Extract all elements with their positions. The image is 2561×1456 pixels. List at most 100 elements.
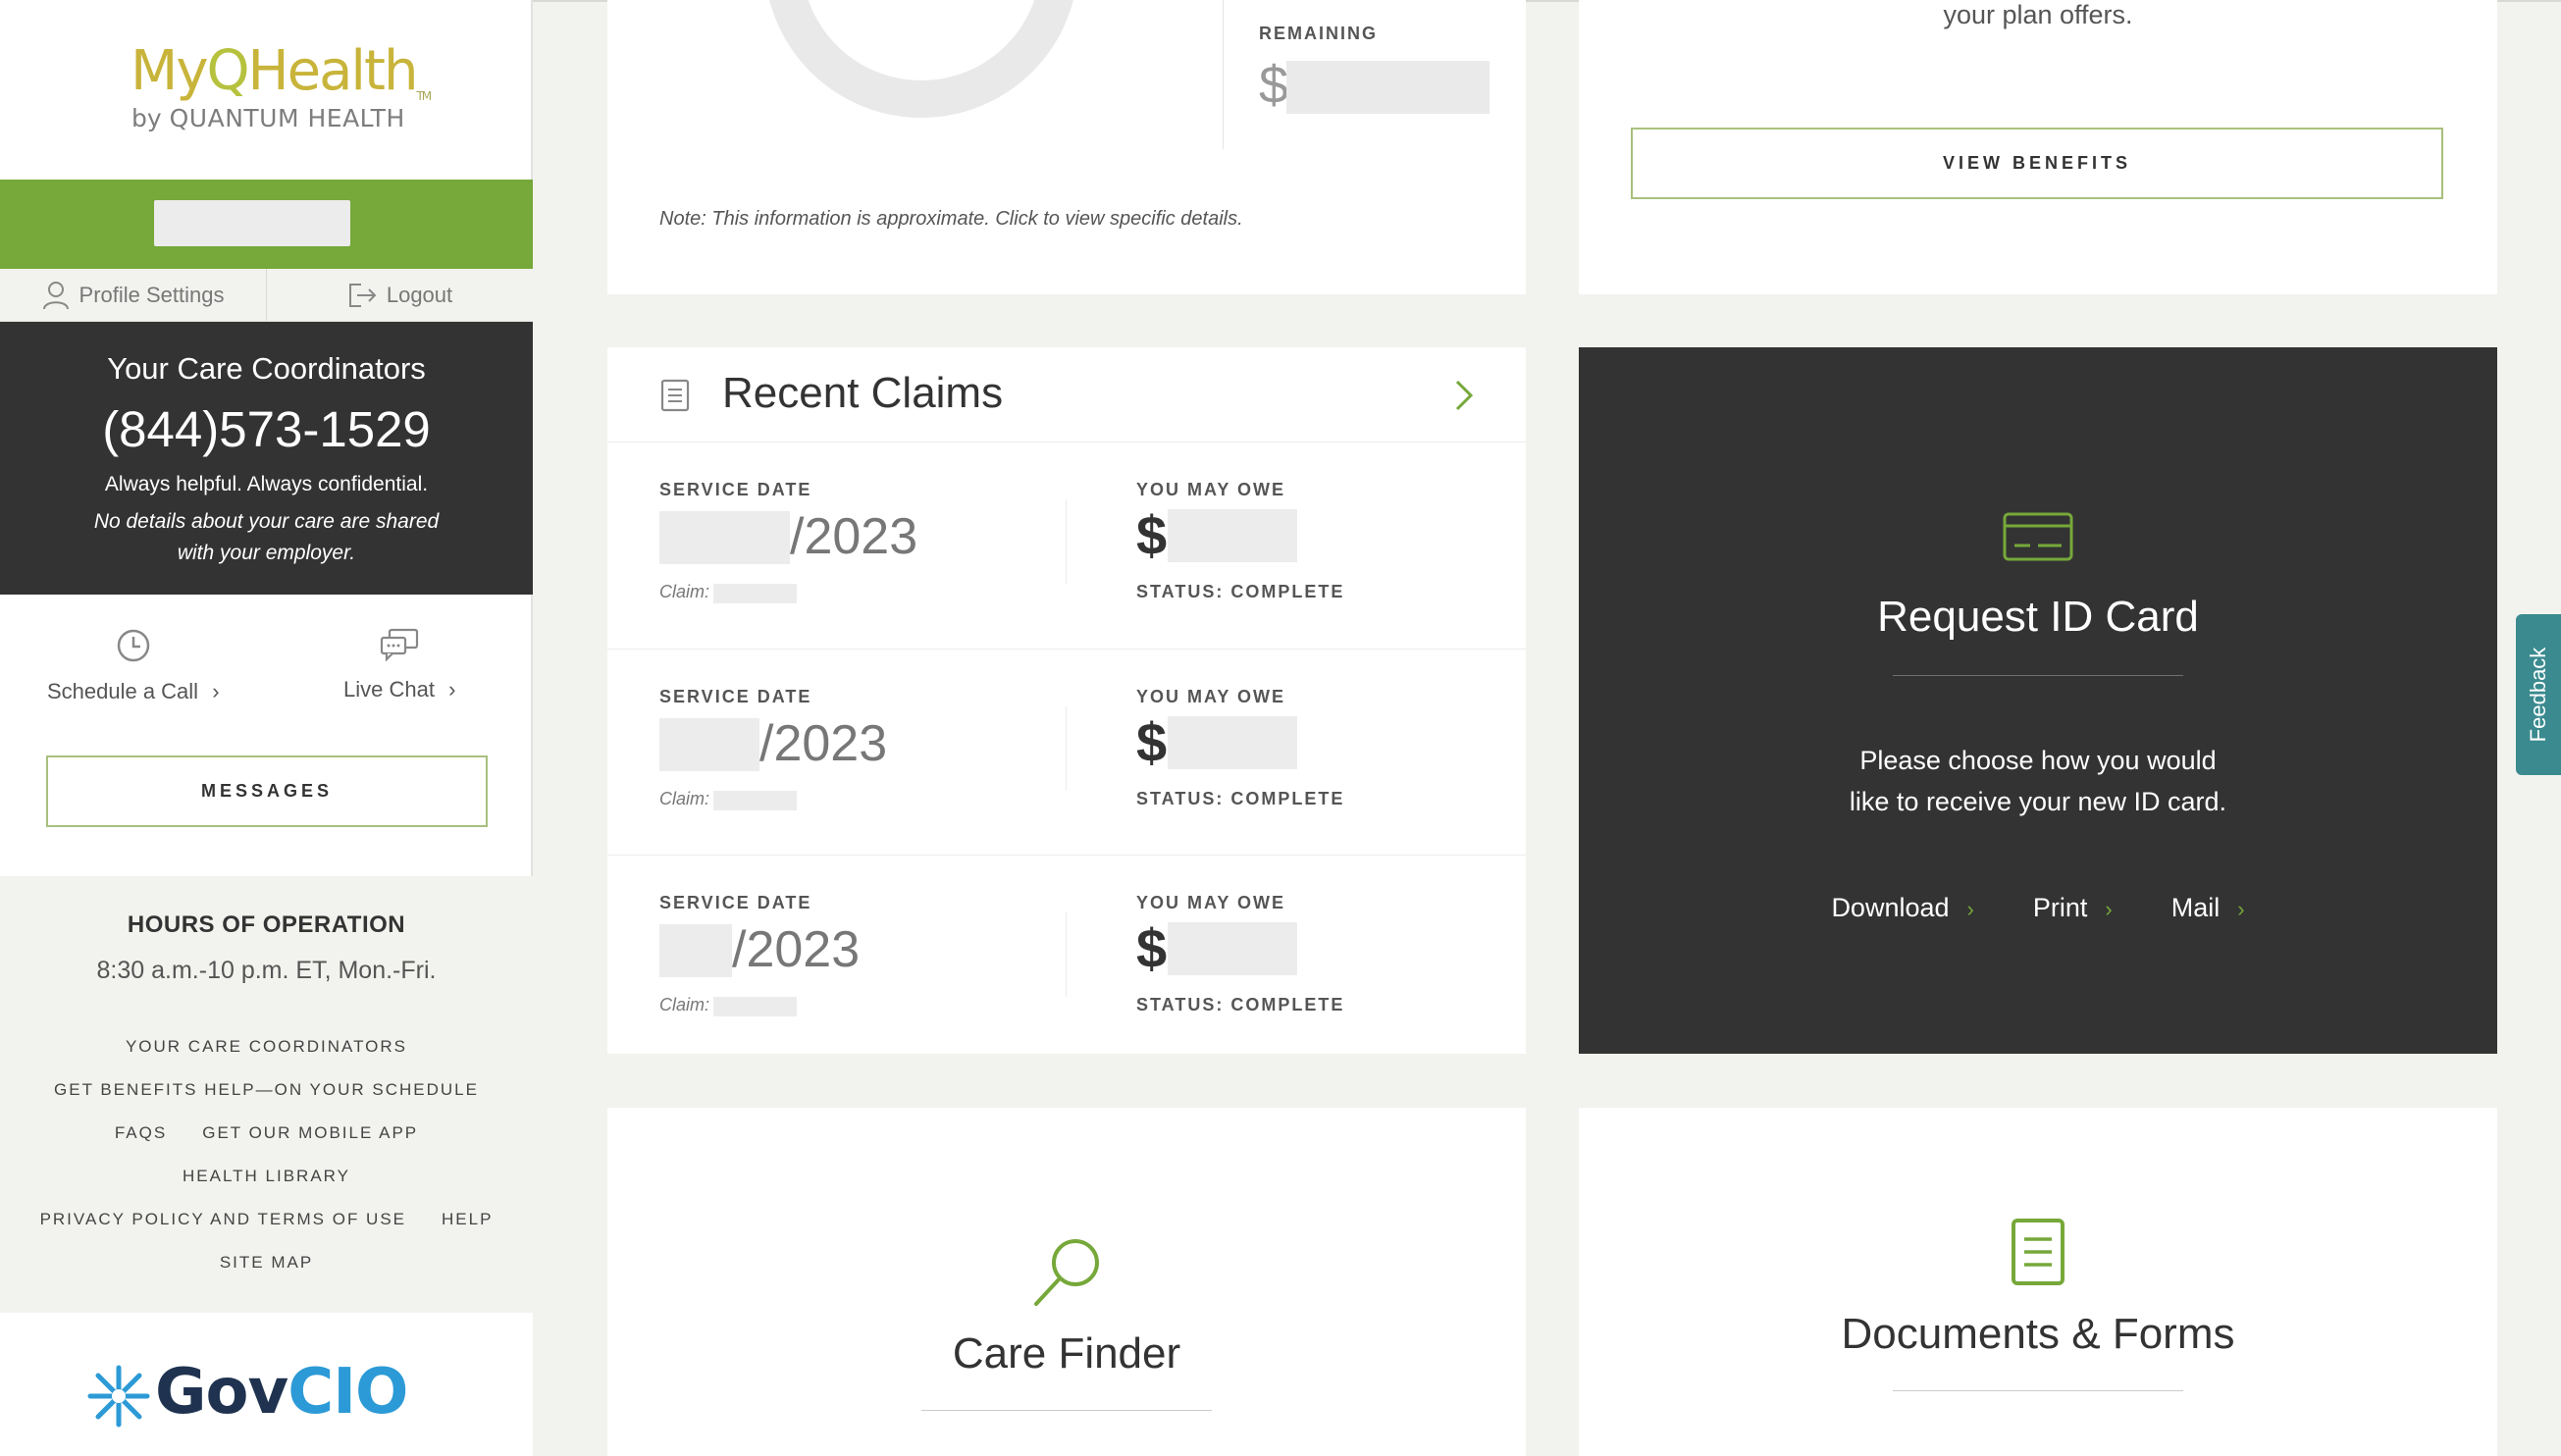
account-links: Profile Settings Logout xyxy=(0,269,533,322)
care-coordinators-title: Your Care Coordinators xyxy=(107,351,426,386)
documents-forms-card[interactable]: Documents & Forms xyxy=(1579,1108,2497,1456)
service-date-year: /2023 xyxy=(732,921,861,978)
divider xyxy=(1066,912,1067,997)
request-id-card-description: Please choose how you would like to rece… xyxy=(1849,746,2227,816)
recent-claims-header[interactable]: Recent Claims xyxy=(607,347,1526,442)
logo-subtitle: by QUANTUM HEALTH xyxy=(131,104,405,132)
redacted-service-date xyxy=(659,511,790,564)
sidebar: MyQHealthTM by QUANTUM HEALTH Profile Se… xyxy=(0,0,533,1456)
hours-of-operation: HOURS OF OPERATION 8:30 a.m.-10 p.m. ET,… xyxy=(0,876,533,1313)
claim-label: Claim: xyxy=(659,582,710,601)
care-finder-card[interactable]: Care Finder xyxy=(607,1108,1526,1456)
footer-link-site-map[interactable]: SITE MAP xyxy=(220,1253,313,1272)
chevron-right-icon: › xyxy=(2105,897,2113,921)
live-chat-label: Live Chat xyxy=(343,677,435,702)
search-icon xyxy=(1034,1239,1099,1306)
benefits-card: your plan offers. VIEW BENEFITS xyxy=(1579,0,2497,294)
user-icon xyxy=(42,281,69,309)
live-chat-link[interactable]: Live Chat › xyxy=(267,595,534,722)
myqhealth-logo[interactable]: MyQHealthTM by QUANTUM HEALTH xyxy=(0,0,533,180)
user-banner xyxy=(0,180,533,269)
claim-row[interactable]: SERVICE DATE /2023 Claim: YOU MAY OWE $ … xyxy=(607,442,1526,649)
footer-link-faqs[interactable]: FAQS xyxy=(115,1123,167,1142)
divider xyxy=(1893,675,2183,676)
footer-link-health-library[interactable]: HEALTH LIBRARY xyxy=(183,1167,350,1185)
redacted-service-date xyxy=(659,718,759,771)
footer-link-privacy-terms[interactable]: PRIVACY POLICY AND TERMS OF USE xyxy=(40,1210,406,1228)
redacted-service-date xyxy=(659,924,732,977)
redacted-owe-amount xyxy=(1168,509,1297,562)
care-coordinators-phone[interactable]: (844)573-1529 xyxy=(0,400,533,458)
care-coordinators-panel: Your Care Coordinators (844)573-1529 Alw… xyxy=(0,322,533,595)
id-card-icon xyxy=(2003,512,2073,561)
footer-link-help[interactable]: HELP xyxy=(442,1210,493,1228)
chevron-right-icon: › xyxy=(1966,897,1974,921)
remaining-dollar-sign: $ xyxy=(1259,56,1289,115)
chevron-right-icon[interactable] xyxy=(1453,379,1475,412)
claim-row[interactable]: SERVICE DATE /2023 Claim: YOU MAY OWE $ … xyxy=(607,855,1526,1061)
feedback-tab[interactable]: Feedback xyxy=(2516,614,2561,775)
redacted-owe-amount xyxy=(1168,922,1297,975)
logout-link[interactable]: Logout xyxy=(266,269,533,321)
contact-actions: Schedule a Call › Live Chat › xyxy=(0,595,533,722)
deductible-card[interactable]: REMAINING $ Note: This information is ap… xyxy=(607,0,1526,294)
recent-claims-title: Recent Claims xyxy=(722,369,1004,417)
chevron-right-icon: › xyxy=(448,677,456,702)
request-id-card-title: Request ID Card xyxy=(1877,593,2199,641)
hours-title: HOURS OF OPERATION xyxy=(127,911,406,938)
chat-icon xyxy=(381,628,419,661)
service-date-year: /2023 xyxy=(759,715,888,772)
redacted-remaining-amount xyxy=(1286,61,1490,114)
claim-label: Claim: xyxy=(659,789,710,808)
document-icon xyxy=(2012,1219,2064,1285)
care-coordinators-privacy-note: No details about your care are shared wi… xyxy=(93,510,440,564)
documents-forms-title: Documents & Forms xyxy=(1841,1310,2235,1358)
owe-dollar-sign: $ xyxy=(1136,711,1168,773)
view-benefits-button[interactable]: VIEW BENEFITS xyxy=(1631,128,2443,199)
profile-settings-link[interactable]: Profile Settings xyxy=(0,269,266,321)
divider xyxy=(1893,1390,2183,1391)
id-card-mail-link[interactable]: Mail › xyxy=(2171,893,2245,923)
service-date-label: SERVICE DATE xyxy=(659,893,812,912)
service-date-label: SERVICE DATE xyxy=(659,480,812,499)
govcio-burst-icon xyxy=(87,1365,150,1428)
redacted-user-name xyxy=(154,200,350,246)
id-card-download-link[interactable]: Download › xyxy=(1831,893,1973,923)
schedule-call-link[interactable]: Schedule a Call › xyxy=(0,595,267,722)
divider xyxy=(1223,0,1224,149)
logo-wordmark: MyQHealthTM xyxy=(131,39,432,103)
clock-icon xyxy=(117,629,149,662)
owe-dollar-sign: $ xyxy=(1136,917,1168,979)
redacted-claim-number xyxy=(713,791,797,810)
chevron-right-icon: › xyxy=(212,679,220,703)
document-icon xyxy=(660,379,690,412)
deductible-donut-chart xyxy=(764,0,1078,118)
request-id-card-panel: Request ID Card Please choose how you wo… xyxy=(1579,347,2497,1054)
you-may-owe-label: YOU MAY OWE xyxy=(1136,687,1286,706)
plan-offers-text: your plan offers. xyxy=(1943,0,2133,29)
divider xyxy=(1066,706,1067,791)
owe-dollar-sign: $ xyxy=(1136,504,1168,566)
footer-link-benefits-help[interactable]: GET BENEFITS HELP—ON YOUR SCHEDULE xyxy=(54,1080,479,1099)
govcio-logo: GovCIO xyxy=(0,1313,533,1456)
claim-status: STATUS: COMPLETE xyxy=(1136,995,1345,1014)
hours-time: 8:30 a.m.-10 p.m. ET, Mon.-Fri. xyxy=(96,957,437,984)
schedule-call-label: Schedule a Call xyxy=(46,679,199,703)
footer-link-mobile-app[interactable]: GET OUR MOBILE APP xyxy=(202,1123,418,1142)
redacted-owe-amount xyxy=(1168,716,1297,769)
chevron-right-icon: › xyxy=(2237,897,2245,921)
claim-label: Claim: xyxy=(659,995,710,1014)
profile-settings-label: Profile Settings xyxy=(78,282,225,307)
messages-button[interactable]: MESSAGES xyxy=(46,755,488,827)
claim-row[interactable]: SERVICE DATE /2023 Claim: YOU MAY OWE $ … xyxy=(607,649,1526,855)
service-date-label: SERVICE DATE xyxy=(659,687,812,706)
you-may-owe-label: YOU MAY OWE xyxy=(1136,480,1286,499)
redacted-claim-number xyxy=(713,997,797,1016)
claim-status: STATUS: COMPLETE xyxy=(1136,582,1345,601)
footer-link-care-coordinators[interactable]: YOUR CARE COORDINATORS xyxy=(126,1037,407,1056)
redacted-claim-number xyxy=(713,584,797,603)
id-card-print-link[interactable]: Print › xyxy=(2033,893,2113,923)
care-coordinators-tagline: Always helpful. Always confidential. xyxy=(104,473,429,495)
you-may-owe-label: YOU MAY OWE xyxy=(1136,893,1286,912)
approximate-note: Note: This information is approximate. C… xyxy=(659,208,1243,230)
